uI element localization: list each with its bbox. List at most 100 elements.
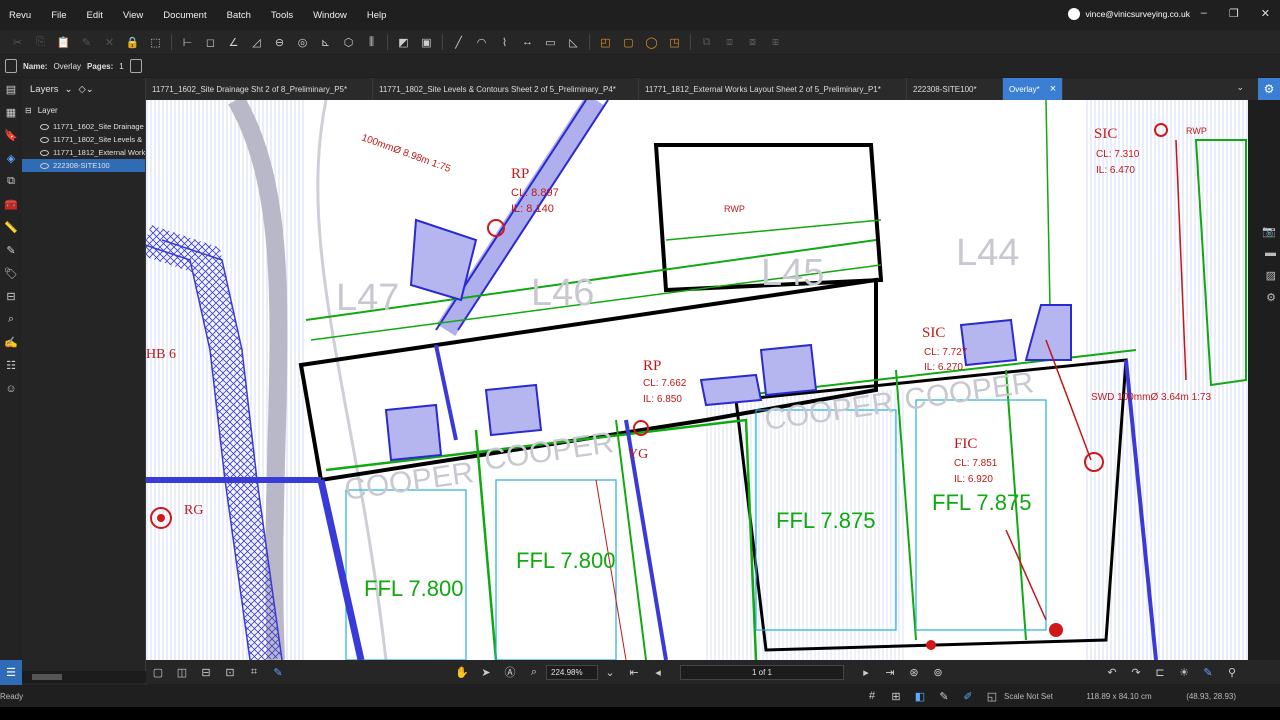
menu-edit[interactable]: Edit — [77, 10, 113, 21]
camera-icon[interactable]: 📷 — [1248, 220, 1280, 242]
markup-box-icon[interactable]: ▢ — [617, 32, 640, 52]
measure-radius-icon[interactable]: ◎ — [291, 32, 314, 52]
rectangle-icon[interactable]: ▭ — [539, 32, 562, 52]
menu-tools[interactable]: Tools — [261, 10, 303, 21]
menu-batch[interactable]: Batch — [217, 10, 261, 21]
bookmarks-icon[interactable]: 🔖 — [0, 124, 22, 147]
cloud-icon[interactable]: ◩ — [392, 32, 415, 52]
select-cursor-icon[interactable]: ➤ — [474, 662, 498, 682]
panel-scrollbar[interactable] — [22, 671, 146, 683]
chevron-down-icon[interactable]: ⌄ — [598, 662, 622, 682]
page-icon[interactable] — [129, 59, 142, 73]
redo-icon[interactable]: ↷ — [1124, 662, 1148, 682]
menu-window[interactable]: Window — [303, 10, 357, 21]
eye-icon[interactable] — [40, 162, 49, 169]
user-icon[interactable]: ☺ — [0, 377, 22, 400]
unflatten-icon[interactable]: ⧆ — [764, 32, 787, 52]
maximize-button[interactable]: ❐ — [1229, 7, 1239, 20]
record-icon[interactable]: ▬ — [1248, 242, 1280, 264]
scale-status[interactable]: Scale Not Set — [1004, 692, 1074, 701]
markup-pen-icon[interactable]: ✎ — [1196, 662, 1220, 682]
page-indicator[interactable]: 1 of 1 — [680, 664, 844, 680]
layer-item[interactable]: 11771_1602_Site Drainage — [22, 120, 145, 133]
markup-callout-icon[interactable]: ◳ — [663, 32, 686, 52]
pan-icon[interactable]: ✋ — [450, 662, 474, 682]
crop-icon[interactable]: ⌗ — [242, 662, 266, 682]
markups-icon[interactable]: ✎ — [0, 239, 22, 262]
measure-diameter-icon[interactable]: ⊖ — [268, 32, 291, 52]
eye-icon[interactable] — [40, 123, 49, 130]
eye-icon[interactable] — [40, 136, 49, 143]
split-horizontal-icon[interactable]: ⊟ — [194, 662, 218, 682]
snap-icon[interactable]: ⊞ — [884, 690, 908, 703]
markup-ellipse-icon[interactable]: ◯ — [640, 32, 663, 52]
layer-item[interactable]: 11771_1802_Site Levels & — [22, 133, 145, 146]
compare-icon[interactable]: ⊏ — [1148, 662, 1172, 682]
copy-icon[interactable]: ⎘ — [29, 32, 52, 52]
measure-perimeter-icon[interactable]: ◿ — [245, 32, 268, 52]
cut-icon[interactable]: ✂ — [6, 32, 29, 52]
markup-cloud-icon[interactable]: ◰ — [594, 32, 617, 52]
account-button[interactable]: vince@vinicsurveying.co.uk — [1068, 8, 1190, 20]
paste-icon[interactable]: 📋 — [52, 32, 75, 52]
layer-item[interactable]: 11771_1812_External Works — [22, 146, 145, 159]
first-page-icon[interactable]: ⇤ — [622, 662, 646, 682]
close-button[interactable]: ✕ — [1261, 7, 1270, 20]
tab-list-chevron-icon[interactable]: ⌄ — [1236, 82, 1244, 93]
menu-file[interactable]: File — [41, 10, 76, 21]
links-icon[interactable]: ⧉ — [0, 170, 22, 193]
forms-icon[interactable]: ☷ — [0, 354, 22, 377]
thumbnails-icon[interactable]: ▤ — [0, 78, 22, 101]
zoom-icon[interactable]: ⌕ — [522, 662, 546, 682]
next-page-icon[interactable]: ▸ — [854, 662, 878, 682]
layers-icon[interactable]: ◈ — [0, 147, 22, 170]
minimize-button[interactable]: – — [1201, 7, 1207, 20]
measurements-icon[interactable]: 📏 — [0, 216, 22, 239]
measure-polylength-icon[interactable]: ⊾ — [314, 32, 337, 52]
signatures-icon[interactable]: ✍ — [0, 331, 22, 354]
select-icon[interactable]: ⬚ — [144, 32, 167, 52]
scrollbar-thumb[interactable] — [32, 674, 62, 680]
eye-icon[interactable] — [40, 149, 49, 156]
person-icon[interactable]: ⚲ — [1220, 662, 1244, 682]
tab-site-drainage[interactable]: 11771_1602_Site Drainage Sht 2 of 8_Prel… — [146, 78, 373, 100]
snapshot-icon[interactable]: ⊡ — [218, 662, 242, 682]
lock-icon[interactable]: 🔒 — [121, 32, 144, 52]
menu-document[interactable]: Document — [153, 10, 216, 21]
menu-help[interactable]: Help — [357, 10, 397, 21]
layer-options-icon[interactable]: ◇⌄ — [78, 84, 93, 95]
measure-angle-icon[interactable]: ∠ — [222, 32, 245, 52]
ungroup-icon[interactable]: ⧈ — [718, 32, 741, 52]
group-icon[interactable]: ⧉ — [695, 32, 718, 52]
document-icon[interactable] — [5, 59, 17, 73]
line-icon[interactable]: ╱ — [447, 32, 470, 52]
collapse-icon[interactable]: ⊟ — [25, 106, 32, 115]
pen-icon[interactable]: ✎ — [266, 662, 290, 682]
search-icon[interactable]: ⌕ — [0, 308, 22, 331]
markup-snap-icon[interactable]: ✎ — [932, 690, 956, 703]
single-page-icon[interactable]: ▢ — [146, 662, 170, 682]
reuse-icon[interactable]: ✐ — [956, 690, 980, 703]
format-painter-icon[interactable]: ✎ — [75, 32, 98, 52]
gear-icon[interactable]: ⚙ — [1248, 286, 1280, 308]
menu-view[interactable]: View — [113, 10, 153, 21]
measure-area-icon[interactable]: ◻ — [199, 32, 222, 52]
content-snap-icon[interactable]: ◧ — [908, 690, 932, 703]
layer-item[interactable]: 222308-SITE100 — [22, 159, 145, 172]
measure-count-icon[interactable]: ⫼ — [360, 32, 383, 52]
menu-revu[interactable]: Revu — [0, 10, 41, 21]
forward-icon[interactable]: ⊚ — [926, 662, 950, 682]
prev-page-icon[interactable]: ◂ — [646, 662, 670, 682]
close-tab-icon[interactable]: × — [1050, 83, 1056, 95]
list-view-icon[interactable]: ☰ — [0, 660, 22, 685]
dimension-icon[interactable]: ↔ — [516, 32, 539, 52]
toolchest-icon[interactable]: 🧰 — [0, 193, 22, 216]
tab-site-levels[interactable]: 11771_1802_Site Levels & Contours Sheet … — [373, 78, 639, 100]
text-select-icon[interactable]: Ⓐ — [498, 662, 522, 682]
last-page-icon[interactable]: ⇥ — [878, 662, 902, 682]
grid-icon[interactable]: ▦ — [0, 101, 22, 124]
polygon-icon[interactable]: ◺ — [562, 32, 585, 52]
zoom-input[interactable]: 224.98% — [546, 664, 598, 680]
studio-icon[interactable]: ⊟ — [0, 285, 22, 308]
measure-length-icon[interactable]: ⊢ — [176, 32, 199, 52]
